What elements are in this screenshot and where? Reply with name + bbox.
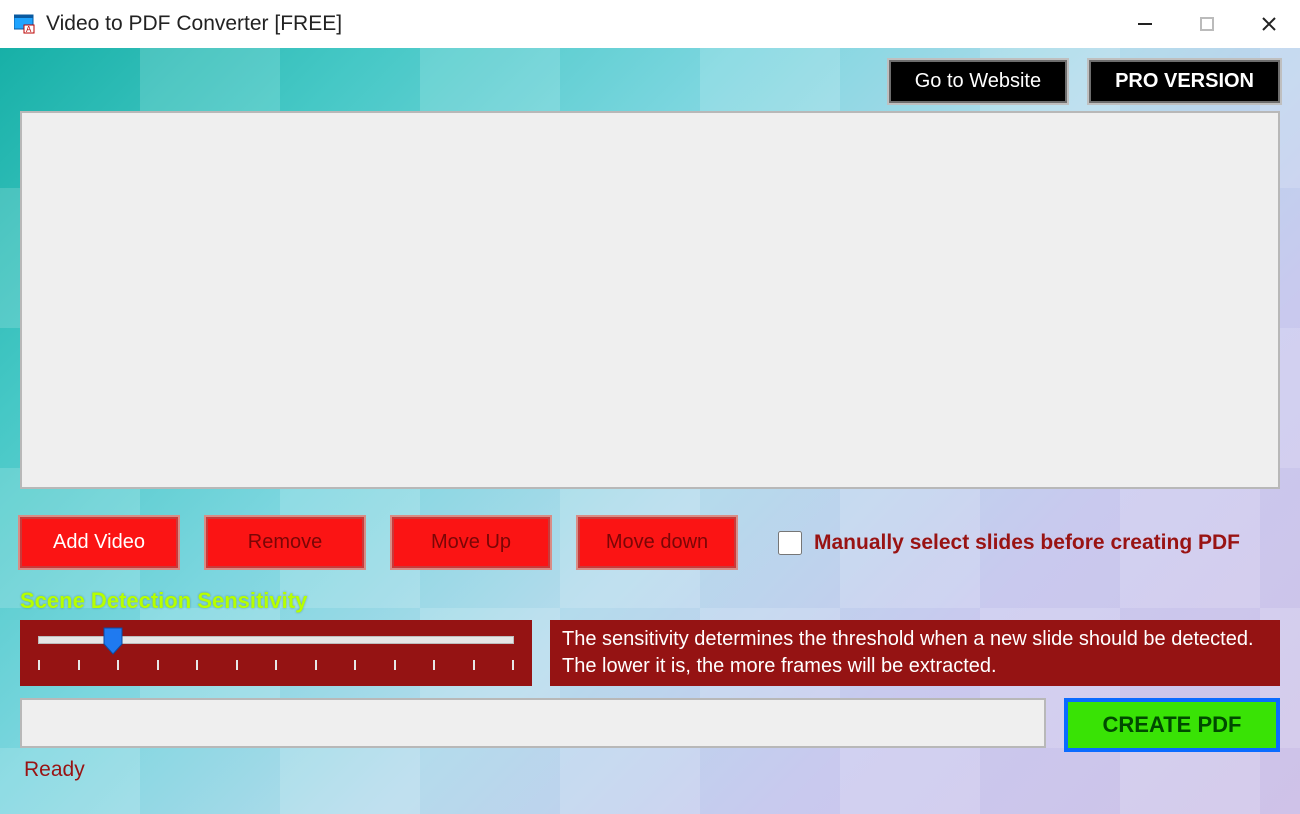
progress-bar [20, 698, 1046, 748]
close-button[interactable] [1238, 0, 1300, 48]
manual-select-checkbox[interactable] [778, 531, 802, 555]
slider-ticks [34, 660, 518, 670]
move-down-button[interactable]: Move down [578, 517, 736, 568]
bottom-row: CREATE PDF [20, 698, 1280, 752]
go-to-website-button[interactable]: Go to Website [889, 60, 1067, 103]
window-title: Video to PDF Converter [FREE] [46, 12, 342, 36]
remove-button[interactable]: Remove [206, 517, 364, 568]
slider-thumb[interactable] [102, 626, 124, 656]
app-icon: A [14, 13, 36, 35]
svg-text:A: A [26, 25, 32, 34]
add-video-button[interactable]: Add Video [20, 517, 178, 568]
minimize-button[interactable] [1114, 0, 1176, 48]
sensitivity-label: Scene Detection Sensitivity [20, 588, 1280, 614]
app-window: A Video to PDF Converter [FREE] Go to We… [0, 0, 1300, 814]
maximize-button[interactable] [1176, 0, 1238, 48]
status-text: Ready [20, 758, 1280, 782]
move-up-button[interactable]: Move Up [392, 517, 550, 568]
sensitivity-slider-box [20, 620, 532, 686]
sensitivity-slider[interactable] [34, 630, 518, 658]
client-area: Go to Website PRO VERSION Add Video Remo… [0, 48, 1300, 814]
titlebar[interactable]: A Video to PDF Converter [FREE] [0, 0, 1300, 48]
video-list[interactable] [20, 111, 1280, 489]
list-controls-row: Add Video Remove Move Up Move down Manua… [20, 517, 1280, 568]
sensitivity-row: The sensitivity determines the threshold… [20, 620, 1280, 686]
window-controls [1114, 0, 1300, 48]
create-pdf-button[interactable]: CREATE PDF [1064, 698, 1280, 752]
top-button-bar: Go to Website PRO VERSION [20, 48, 1280, 111]
sensitivity-description: The sensitivity determines the threshold… [550, 620, 1280, 686]
pro-version-button[interactable]: PRO VERSION [1089, 60, 1280, 103]
manual-select-label[interactable]: Manually select slides before creating P… [814, 531, 1240, 555]
manual-select-wrap: Manually select slides before creating P… [778, 531, 1240, 555]
